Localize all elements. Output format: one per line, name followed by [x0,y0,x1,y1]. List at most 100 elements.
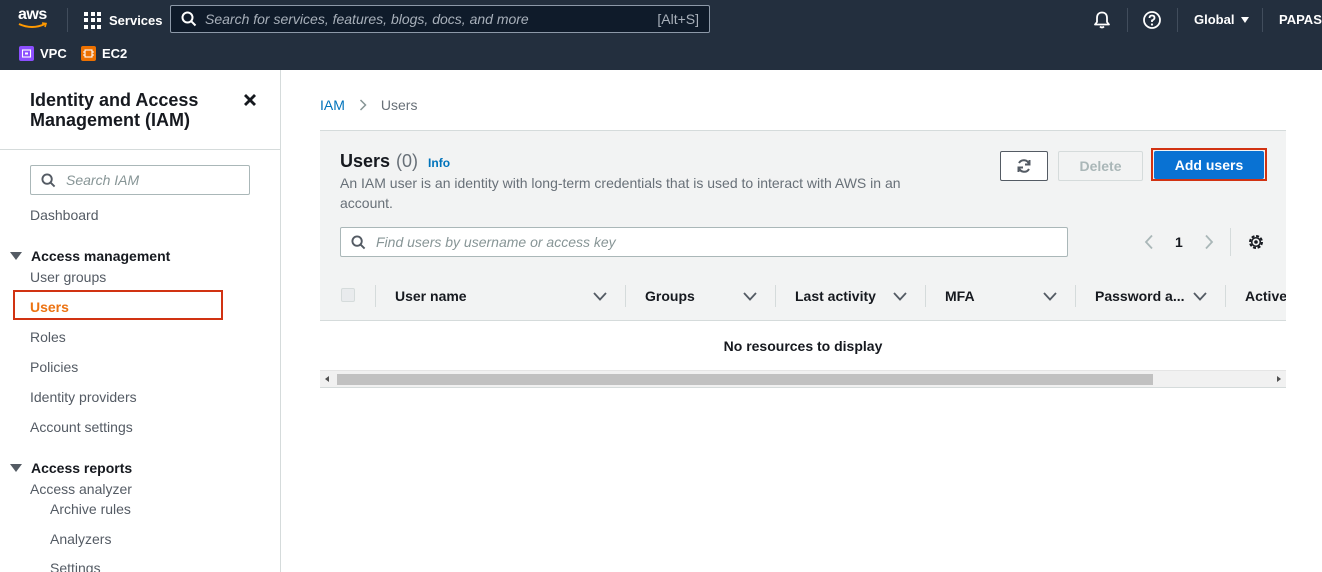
chevron-right-icon [359,99,367,111]
panel-title-text: Users [340,151,391,171]
caret-down-icon [1241,16,1250,23]
panel-description: An IAM user is an identity with long-ter… [340,175,901,211]
sidebar: Identity and Access Management (IAM) Das… [0,70,281,572]
pagination-divider [1230,228,1231,256]
sidebar-search[interactable] [30,165,250,195]
region-selector[interactable]: Global [1194,12,1250,27]
column-label: User name [395,288,467,304]
refresh-icon [1017,159,1031,173]
scroll-right-icon[interactable] [1277,376,1281,382]
column-label: Last activity [795,288,876,304]
scroll-left-icon[interactable] [325,376,329,382]
favorites-bar: VPC EC2 [0,40,1322,70]
nav-divider [1177,8,1178,32]
breadcrumb: IAM Users [320,97,417,113]
column-header-user-name[interactable]: User name [375,271,625,320]
column-label: Password a... [1095,288,1185,304]
sidebar-item-users[interactable]: Users [30,299,69,315]
sort-caret-icon [1043,292,1057,301]
favorite-vpc[interactable]: VPC [19,46,67,61]
column-header-active[interactable]: Active [1225,271,1286,320]
aws-smile-icon [18,22,48,28]
sidebar-item-analyzers[interactable]: Analyzers [50,531,111,547]
favorite-ec2[interactable]: EC2 [81,46,127,61]
info-link[interactable]: Info [428,156,450,170]
caret-down-icon [10,252,22,260]
column-divider [375,285,376,307]
delete-button[interactable]: Delete [1058,151,1143,181]
panel-header: Users (0) Info An IAM user is an identit… [320,130,1286,271]
table-header: User name Groups Last activity MFA Passw… [320,271,1286,321]
sort-caret-icon [743,292,757,301]
column-divider [775,285,776,307]
close-icon[interactable] [242,92,258,108]
search-icon [181,11,197,27]
page-number[interactable]: 1 [1175,234,1183,250]
select-all-checkbox[interactable] [341,288,355,302]
nav-divider [67,8,68,32]
aws-logo[interactable]: aws [18,6,50,32]
sort-caret-icon [893,292,907,301]
sidebar-item-dashboard[interactable]: Dashboard [30,207,99,223]
caret-down-icon [10,464,22,472]
top-navigation: aws Services [Alt+S] Global PAPASO [0,0,1322,40]
search-icon [351,234,366,249]
search-icon [41,172,56,187]
sidebar-item-account-settings[interactable]: Account settings [30,419,133,435]
bell-icon[interactable] [1092,10,1112,30]
column-header-mfa[interactable]: MFA [925,271,1075,320]
sidebar-section-access-reports[interactable]: Access reports [10,460,132,476]
panel-title: Users (0) Info [340,151,450,172]
account-menu[interactable]: PAPASO [1279,12,1322,27]
vpc-service-icon [19,46,34,61]
nav-divider [1127,8,1128,32]
ec2-service-icon [81,46,96,61]
chevron-left-icon[interactable] [1144,234,1154,250]
column-header-groups[interactable]: Groups [625,271,775,320]
grid-icon [84,11,101,29]
sidebar-item-archive-rules[interactable]: Archive rules [50,501,131,517]
user-count: (0) [396,151,419,171]
sidebar-divider [0,149,280,150]
search-shortcut-hint: [Alt+S] [657,11,699,27]
users-filter-input[interactable] [376,234,1067,250]
section-label: Access reports [31,460,133,476]
help-icon[interactable] [1142,10,1162,30]
refresh-button[interactable] [1000,151,1048,181]
sidebar-section-access-management[interactable]: Access management [10,248,170,264]
region-label: Global [1194,12,1235,27]
sidebar-item-access-analyzer[interactable]: Access analyzer [30,481,132,497]
sidebar-item-settings[interactable]: Settings [50,560,101,572]
column-divider [1075,285,1076,307]
gear-icon[interactable] [1247,233,1265,251]
chevron-right-icon[interactable] [1204,234,1214,250]
scrollbar-thumb[interactable] [337,374,1153,385]
sidebar-item-identity-providers[interactable]: Identity providers [30,389,137,405]
column-header-password-age[interactable]: Password a... [1075,271,1225,320]
favorite-label: VPC [40,46,67,61]
nav-divider [1262,8,1263,32]
sidebar-item-roles[interactable]: Roles [30,329,66,345]
sidebar-item-user-groups[interactable]: User groups [30,269,106,285]
add-users-button[interactable]: Add users [1154,151,1264,179]
column-divider [925,285,926,307]
services-menu-button[interactable]: Services [84,11,163,29]
global-search[interactable]: [Alt+S] [170,5,710,33]
favorite-label: EC2 [102,46,128,61]
users-filter[interactable] [340,227,1068,257]
horizontal-scrollbar[interactable] [320,370,1286,388]
sidebar-search-input[interactable] [66,172,249,188]
breadcrumb-iam-link[interactable]: IAM [320,97,345,113]
column-header-last-activity[interactable]: Last activity [775,271,925,320]
sidebar-title: Identity and Access Management (IAM) [30,90,199,130]
sidebar-item-policies[interactable]: Policies [30,359,78,375]
users-table-panel: Users (0) Info An IAM user is an identit… [320,130,1286,390]
global-search-input[interactable] [205,11,658,27]
column-label: MFA [945,288,975,304]
breadcrumb-current: Users [380,97,418,113]
sort-caret-icon [593,292,607,301]
section-label: Access management [31,248,171,264]
sort-caret-icon [1193,292,1207,301]
column-divider [1225,285,1226,307]
column-label: Active [1245,288,1286,304]
